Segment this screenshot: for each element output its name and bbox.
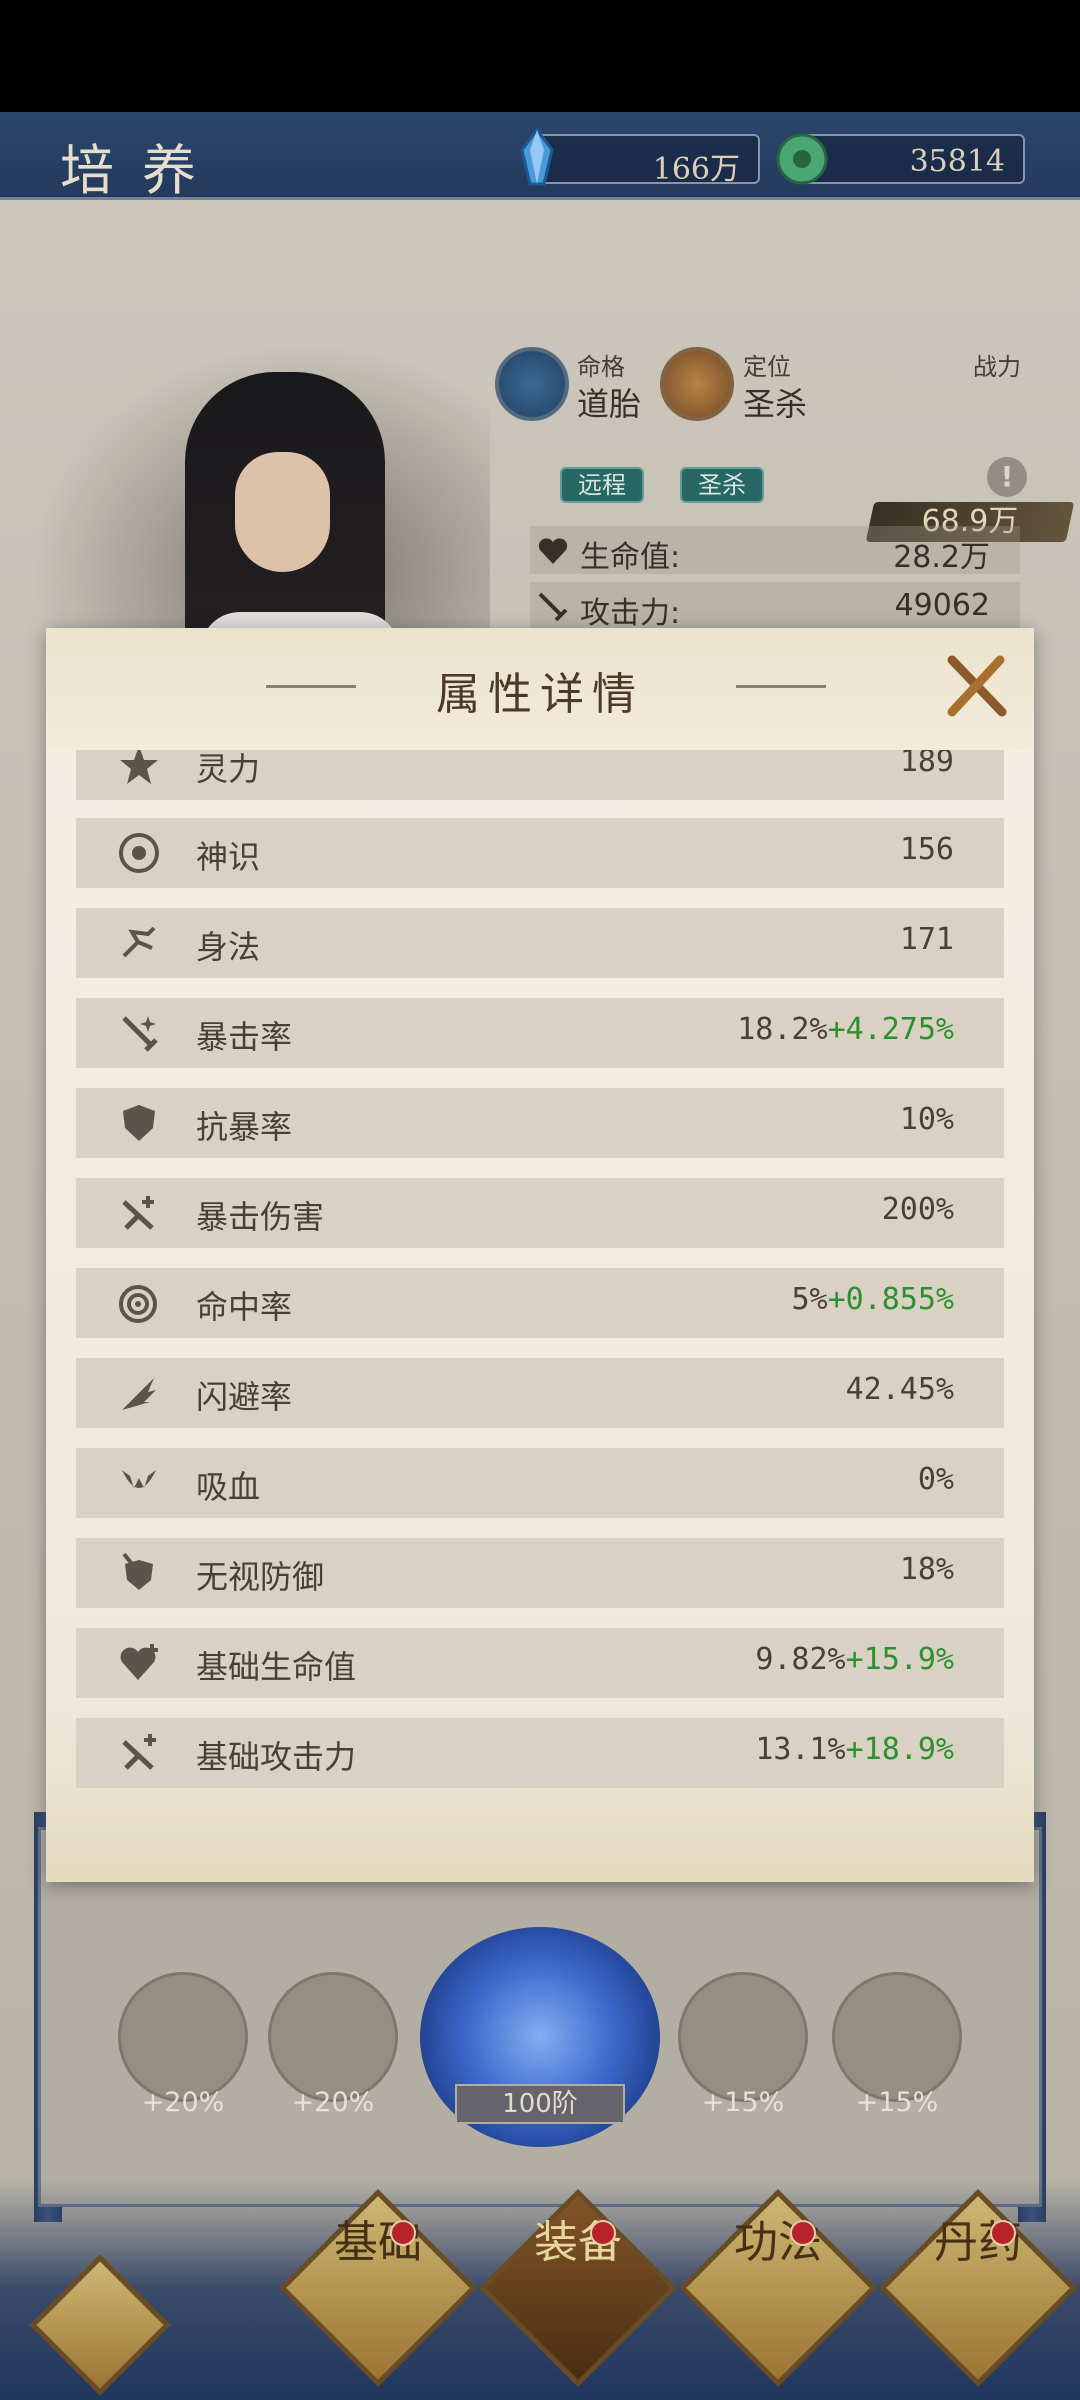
- attr-name: 闪避率: [196, 1378, 293, 1416]
- agility-icon: [122, 926, 156, 958]
- attr-base: 10%: [899, 1102, 954, 1137]
- attr-name: 暴击率: [196, 1018, 293, 1056]
- attr-base: 189: [899, 750, 954, 779]
- attr-value: 156: [900, 832, 954, 867]
- attr-value: 10%: [900, 1102, 954, 1137]
- attr-bonus: +15.9%: [845, 1642, 954, 1677]
- attr-base: 42.45%: [845, 1372, 954, 1407]
- attr-value: 189: [900, 750, 954, 779]
- attr-bonus: +4.275%: [827, 1012, 954, 1047]
- list-item: 基础生命值 9.82%+15.9%: [76, 1628, 1004, 1698]
- attr-base: 156: [899, 832, 954, 867]
- attr-value: 0%: [918, 1462, 954, 1497]
- title-deco-right: [736, 685, 826, 688]
- attr-name: 基础生命值: [196, 1648, 357, 1686]
- fang-icon: [122, 1470, 156, 1488]
- attr-bonus: +18.9%: [845, 1732, 954, 1767]
- attr-base: 18.2%: [737, 1012, 828, 1047]
- eye-icon: [119, 833, 159, 873]
- attr-base: 0%: [917, 1462, 954, 1497]
- attr-base: 13.1%: [755, 1732, 846, 1767]
- list-item: 无视防御 18%: [76, 1538, 1004, 1608]
- attr-name: 神识: [196, 838, 261, 876]
- attr-base: 171: [899, 922, 954, 957]
- attr-base: 5%: [791, 1282, 828, 1317]
- attr-value: 171: [900, 922, 954, 957]
- attr-base: 18%: [899, 1552, 954, 1587]
- modal-title: 属性详情: [436, 669, 644, 720]
- attr-value: 13.1%+18.9%: [755, 1732, 954, 1767]
- attr-name: 基础攻击力: [196, 1738, 357, 1776]
- attr-base: 200%: [881, 1192, 954, 1227]
- attr-name: 暴击伤害: [196, 1198, 325, 1236]
- attr-name: 命中率: [196, 1288, 293, 1326]
- list-item: 基础攻击力 13.1%+18.9%: [76, 1718, 1004, 1788]
- attr-name: 抗暴率: [196, 1108, 293, 1146]
- attr-name: 吸血: [196, 1468, 261, 1506]
- pierce-shield-icon: [122, 1552, 153, 1590]
- sword-plus-icon: [122, 1734, 156, 1770]
- spirit-power-icon: [120, 750, 158, 784]
- shield-icon: [123, 1105, 155, 1141]
- list-item: 吸血 0%: [76, 1448, 1004, 1518]
- close-button[interactable]: [940, 650, 1012, 722]
- target-icon: [119, 1285, 157, 1323]
- attribute-detail-modal: 属性详情 灵力 189 神识 156 身法 171 暴击率 18.2%+4.27…: [46, 628, 1034, 1882]
- attr-value: 9.82%+15.9%: [755, 1642, 954, 1677]
- attr-name: 灵力: [196, 750, 261, 788]
- attr-value: 42.45%: [846, 1372, 954, 1407]
- crit-damage-icon: [122, 1196, 154, 1230]
- modal-footer: [46, 1788, 1034, 1882]
- list-item: 暴击伤害 200%: [76, 1178, 1004, 1248]
- close-icon: [947, 655, 1007, 717]
- list-item: 身法 171: [76, 908, 1004, 978]
- attr-name: 身法: [196, 928, 261, 966]
- list-item: 命中率 5%+0.855%: [76, 1268, 1004, 1338]
- list-item: 暴击率 18.2%+4.275%: [76, 998, 1004, 1068]
- heart-plus-icon: [120, 1644, 158, 1680]
- modal-header: 属性详情: [46, 628, 1034, 750]
- attr-name: 无视防御: [196, 1558, 325, 1596]
- list-item: 神识 156: [76, 818, 1004, 888]
- attribute-list[interactable]: 灵力 189 神识 156 身法 171 暴击率 18.2%+4.275% 抗暴…: [76, 750, 1004, 1830]
- list-item: 闪避率 42.45%: [76, 1358, 1004, 1428]
- list-item: 灵力 189: [76, 750, 1004, 800]
- attr-value: 5%+0.855%: [791, 1282, 954, 1317]
- attr-bonus: +0.855%: [827, 1282, 954, 1317]
- list-item: 抗暴率 10%: [76, 1088, 1004, 1158]
- attr-value: 18.2%+4.275%: [737, 1012, 954, 1047]
- crit-sword-icon: [122, 1016, 158, 1052]
- attr-value: 18%: [900, 1552, 954, 1587]
- attr-base: 9.82%: [755, 1642, 846, 1677]
- attr-value: 200%: [882, 1192, 954, 1227]
- wing-icon: [122, 1378, 156, 1410]
